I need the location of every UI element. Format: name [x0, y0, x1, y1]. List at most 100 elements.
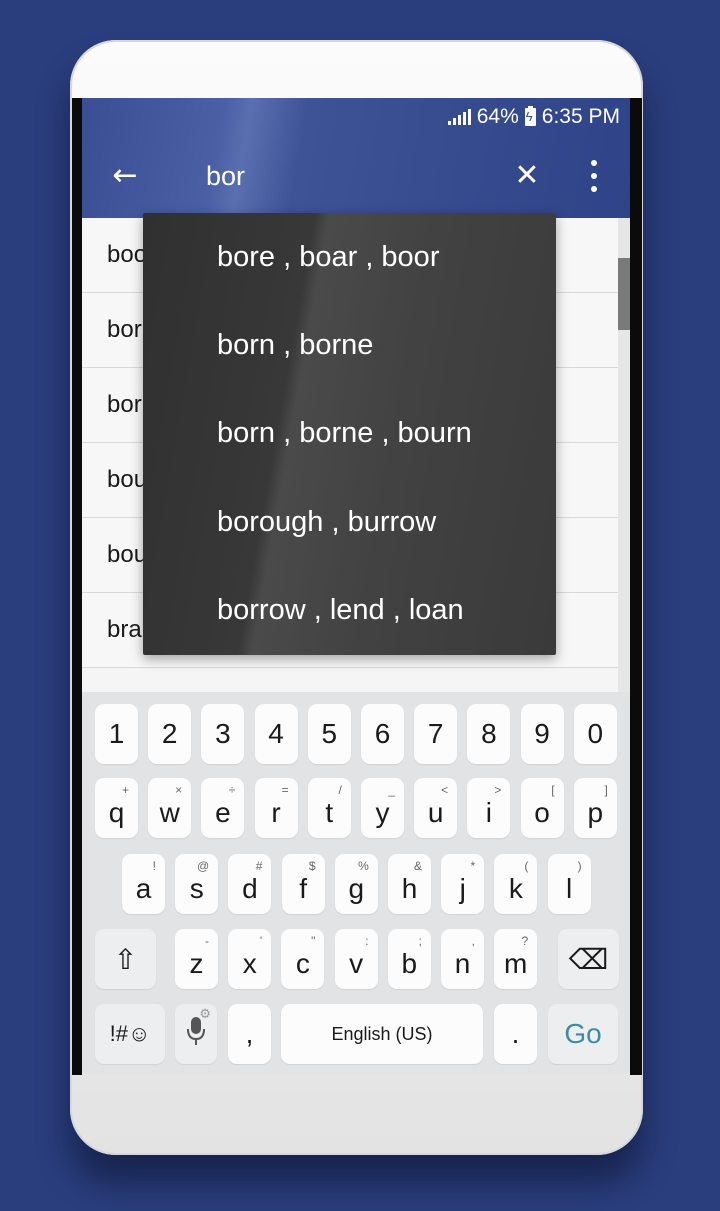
key-secondary-label: #	[255, 859, 263, 873]
key-secondary-label: /	[338, 783, 342, 797]
key-5[interactable]: 5	[307, 704, 351, 764]
comma-key[interactable]: ,	[228, 1004, 271, 1064]
backspace-icon: ⌫	[568, 943, 609, 975]
suggestions-dropdown: bore , boar , boor born , borne born , b…	[143, 213, 556, 655]
status-bar: 64% 6:35 PM	[447, 104, 620, 130]
key-v[interactable]: :v	[334, 929, 378, 989]
key-e[interactable]: ÷ e	[201, 778, 245, 838]
key-label: m	[504, 948, 528, 979]
key-secondary-label: _	[388, 783, 395, 797]
key-q[interactable]: + q	[95, 778, 138, 838]
key-i[interactable]: > i	[467, 778, 511, 838]
key-b[interactable]: ; b	[387, 929, 431, 989]
period-key[interactable]: .	[494, 1004, 537, 1064]
key-g[interactable]: % g	[334, 854, 378, 914]
key-z[interactable]: -z	[175, 929, 218, 989]
key-j[interactable]: * j	[441, 854, 485, 914]
key-label: b	[401, 948, 418, 979]
key-label: w	[159, 797, 180, 828]
key-6[interactable]: 6	[361, 704, 404, 764]
key-label: s	[189, 873, 204, 904]
key-a[interactable]: ! a	[122, 854, 165, 914]
key-s[interactable]: @ s	[175, 854, 219, 914]
key-secondary-label: ,	[471, 934, 475, 948]
search-input[interactable]	[206, 156, 486, 196]
key-label: d	[242, 873, 258, 904]
key-label: p	[587, 797, 604, 828]
key-secondary-label: ;	[418, 934, 422, 948]
key-secondary-label: +	[121, 783, 129, 797]
key-8[interactable]: 8	[467, 704, 511, 764]
key-secondary-label: (	[524, 859, 529, 873]
gear-icon: ⚙	[199, 1006, 211, 1021]
key-n[interactable]: ,n	[441, 929, 484, 989]
cellular-signal-icon	[447, 109, 471, 125]
key-label: h	[401, 873, 418, 904]
suggestion-item[interactable]: borough , burrow	[143, 478, 556, 566]
key-h[interactable]: & h	[388, 854, 431, 914]
key-u[interactable]: < u	[414, 778, 458, 838]
key-secondary-label: !	[152, 859, 156, 873]
key-label: o	[534, 797, 550, 828]
key-x[interactable]: ' x	[228, 929, 272, 989]
key-d[interactable]: # d	[228, 854, 272, 914]
back-button[interactable]: ←	[104, 158, 146, 194]
scrollbar-thumb[interactable]	[618, 258, 630, 330]
key-label: 7	[427, 718, 444, 749]
key-7[interactable]: 7	[414, 704, 458, 764]
app-bar: 64% 6:35 PM ← ✕	[82, 98, 630, 218]
key-label: x	[242, 948, 257, 979]
more-options-button[interactable]	[584, 160, 604, 192]
key-secondary-label: =	[281, 783, 289, 797]
key-secondary-label: '	[259, 934, 263, 948]
list-scrollbar[interactable]	[618, 218, 630, 693]
key-y[interactable]: _ y	[361, 778, 404, 838]
key-label: j	[459, 873, 466, 904]
key-secondary-label: %	[358, 859, 369, 873]
suggestion-item[interactable]: born , borne , bourn	[143, 390, 556, 478]
battery-percent: 64%	[476, 105, 519, 128]
key-m[interactable]: ? m	[494, 929, 538, 989]
key-k[interactable]: (k	[494, 854, 538, 914]
key-secondary-label: ]	[604, 783, 608, 797]
battery-charging-icon	[524, 106, 536, 126]
key-p[interactable]: ] p	[573, 778, 617, 838]
key-c[interactable]: " c	[281, 929, 325, 989]
key-o[interactable]: [o	[520, 778, 564, 838]
key-t[interactable]: / t	[307, 778, 351, 838]
key-secondary-label: @	[197, 859, 210, 873]
key-1[interactable]: 1	[95, 704, 138, 764]
key-secondary-label: &	[413, 859, 422, 873]
key-0[interactable]: 0	[573, 704, 617, 764]
suggestion-item[interactable]: borrow , lend , loan	[143, 567, 556, 655]
key-label: 4	[268, 718, 284, 749]
key-3[interactable]: 3	[201, 704, 245, 764]
key-w[interactable]: × w	[148, 778, 192, 838]
key-label: e	[215, 797, 231, 828]
soft-keyboard: 1234567890 + q × w ÷ e = r / t _ y < u > i[o] p ! a @ s # d $ f…	[82, 692, 630, 1075]
key-l[interactable]: ) l	[547, 854, 591, 914]
number-row: 1 2 3 4 5 6 7 8 9 0	[82, 704, 630, 766]
suggestion-item[interactable]: born , borne	[143, 301, 556, 389]
key-label: 3	[215, 718, 231, 749]
symbols-key[interactable]: !#☺	[95, 1004, 165, 1064]
voice-input-key[interactable]: ⚙	[175, 1004, 217, 1064]
key-label: q	[108, 797, 125, 828]
key-9[interactable]: 9	[520, 704, 564, 764]
go-key[interactable]: Go	[548, 1004, 618, 1064]
key-label: z	[189, 948, 204, 979]
key-4[interactable]: 4	[254, 704, 298, 764]
key-r[interactable]: = r	[254, 778, 298, 838]
key-label: c	[295, 948, 310, 979]
more-vert-icon	[591, 160, 597, 166]
key-f[interactable]: $ f	[281, 854, 325, 914]
shift-key[interactable]: ⇧	[95, 929, 156, 989]
backspace-key[interactable]: ⌫	[558, 929, 619, 989]
key-secondary-label: [	[551, 783, 555, 797]
key-secondary-label: >	[494, 783, 502, 797]
clear-search-button[interactable]: ✕	[510, 156, 544, 196]
key-label: n	[454, 948, 471, 979]
space-key[interactable]: English (US)	[281, 1004, 483, 1064]
key-2[interactable]: 2	[148, 704, 192, 764]
suggestion-item[interactable]: bore , boar , boor	[143, 213, 556, 301]
